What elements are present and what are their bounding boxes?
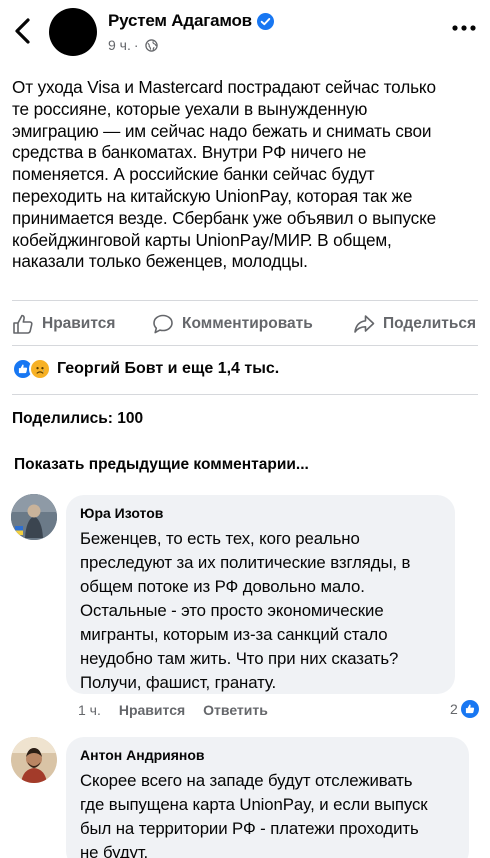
post-line: наказали только беженцев, молодцы. — [12, 251, 308, 272]
post-meta: 9 ч. · — [108, 37, 158, 53]
author-avatar[interactable] — [49, 8, 97, 56]
avatar-photo — [11, 494, 57, 540]
commenter-avatar[interactable] — [11, 737, 57, 783]
comment-line: был на территории РФ - платежи проходить — [80, 819, 419, 838]
post-line: средства в банкоматах. Внутри РФ ничего … — [12, 142, 367, 163]
comment-line: мигранты, которым из-за санкций стало — [80, 625, 388, 644]
author-name[interactable]: Рустем Адагамов — [108, 11, 252, 31]
comment-label: Комментировать — [182, 315, 313, 332]
comment-footer: 1 ч. Нравится Ответить — [78, 702, 286, 718]
commenter-avatar[interactable] — [11, 494, 57, 540]
like-label: Нравится — [42, 315, 116, 332]
globe-icon — [144, 38, 158, 52]
comment-button[interactable]: Комментировать — [152, 308, 313, 340]
sad-reaction-icon — [29, 358, 51, 380]
divider — [12, 394, 478, 395]
shares-count[interactable]: Поделились: 100 — [12, 410, 143, 428]
share-arrow-icon — [354, 315, 375, 333]
like-reaction-icon — [460, 700, 479, 718]
comment-like-button[interactable]: Нравится — [119, 702, 185, 718]
reactions-summary[interactable]: Георгий Бовт и еще 1,4 тыс. — [12, 356, 279, 382]
share-button[interactable]: Поделиться — [353, 308, 476, 340]
comment-bubble: Юра Изотов Беженцев, то есть тех, кого р… — [66, 495, 455, 694]
divider — [12, 300, 478, 301]
post-body: От ухода Visa и Mastercard пострадают се… — [12, 77, 482, 273]
chevron-left-icon[interactable] — [12, 16, 34, 46]
post-line: поменяется. А российские банки сейчас бу… — [12, 164, 375, 185]
comment-line: Скорее всего на западе будут отслеживать — [80, 771, 413, 790]
comment-line: Получи, фашист, гранату. — [80, 673, 277, 692]
post-time[interactable]: 9 ч. — [108, 37, 131, 53]
comment-author[interactable]: Юра Изотов — [80, 505, 163, 521]
thumbs-up-icon — [13, 314, 33, 334]
post-line: принимается везде. Сбербанк уже объявил … — [12, 207, 437, 228]
comment-reply-button[interactable]: Ответить — [203, 702, 268, 718]
more-dots-icon[interactable] — [452, 22, 476, 34]
comment-line: преследуют за их политические взгляды, в — [80, 553, 411, 572]
post-line: те россияне, которые уехали в вынужденну… — [12, 98, 368, 119]
post-line: От ухода Visa и Mastercard пострадают се… — [12, 77, 436, 97]
comment-author[interactable]: Антон Андриянов — [80, 747, 205, 763]
like-button[interactable]: Нравится — [12, 308, 115, 340]
comment-like-count[interactable]: 2 — [450, 700, 479, 718]
post-line: переходить на китайскую UnionPay, котора… — [12, 185, 413, 206]
meta-separator: · — [133, 37, 139, 53]
post-line: эмиграцию — им сейчас надо бежать и сним… — [12, 120, 432, 141]
comment-line: общем потоке из РФ довольно мало. — [80, 577, 365, 596]
comment-line: где выпущена карта UnionPay, и если выпу… — [80, 795, 428, 814]
reactions-text: Георгий Бовт и еще 1,4 тыс. — [57, 360, 280, 377]
reaction-icons — [12, 358, 51, 380]
avatar-photo — [11, 737, 57, 783]
comment-text: Скорее всего на западе будут отслеживать… — [80, 769, 428, 858]
show-previous-comments-link[interactable]: Показать предыдущие комментарии... — [14, 456, 309, 474]
comment-line: Остальные - это просто экономические — [80, 601, 384, 620]
comment-bubble-icon — [153, 314, 173, 334]
post-line: кобейджинговой карты UnionPay/МИР. В общ… — [12, 229, 392, 250]
verified-badge-icon — [256, 12, 274, 30]
comment-bubble: Антон Андриянов Скорее всего на западе б… — [66, 737, 469, 858]
comment-line: не будут. — [80, 843, 149, 858]
comment-time: 1 ч. — [78, 702, 101, 718]
comment-line: Беженцев, то есть тех, кого реально — [80, 529, 360, 548]
comment-line: неудобно там жить. Что при них сказать? — [80, 649, 399, 668]
comment-likes: 2 — [450, 701, 458, 717]
post-actions: Нравится Комментировать Поделиться — [0, 308, 490, 340]
share-label: Поделиться — [383, 315, 477, 332]
comment-text: Беженцев, то есть тех, кого реально прес… — [80, 527, 410, 695]
author-name-row[interactable]: Рустем Адагамов — [108, 11, 274, 31]
divider — [12, 345, 478, 346]
post-header: Рустем Адагамов 9 ч. · — [0, 0, 490, 64]
